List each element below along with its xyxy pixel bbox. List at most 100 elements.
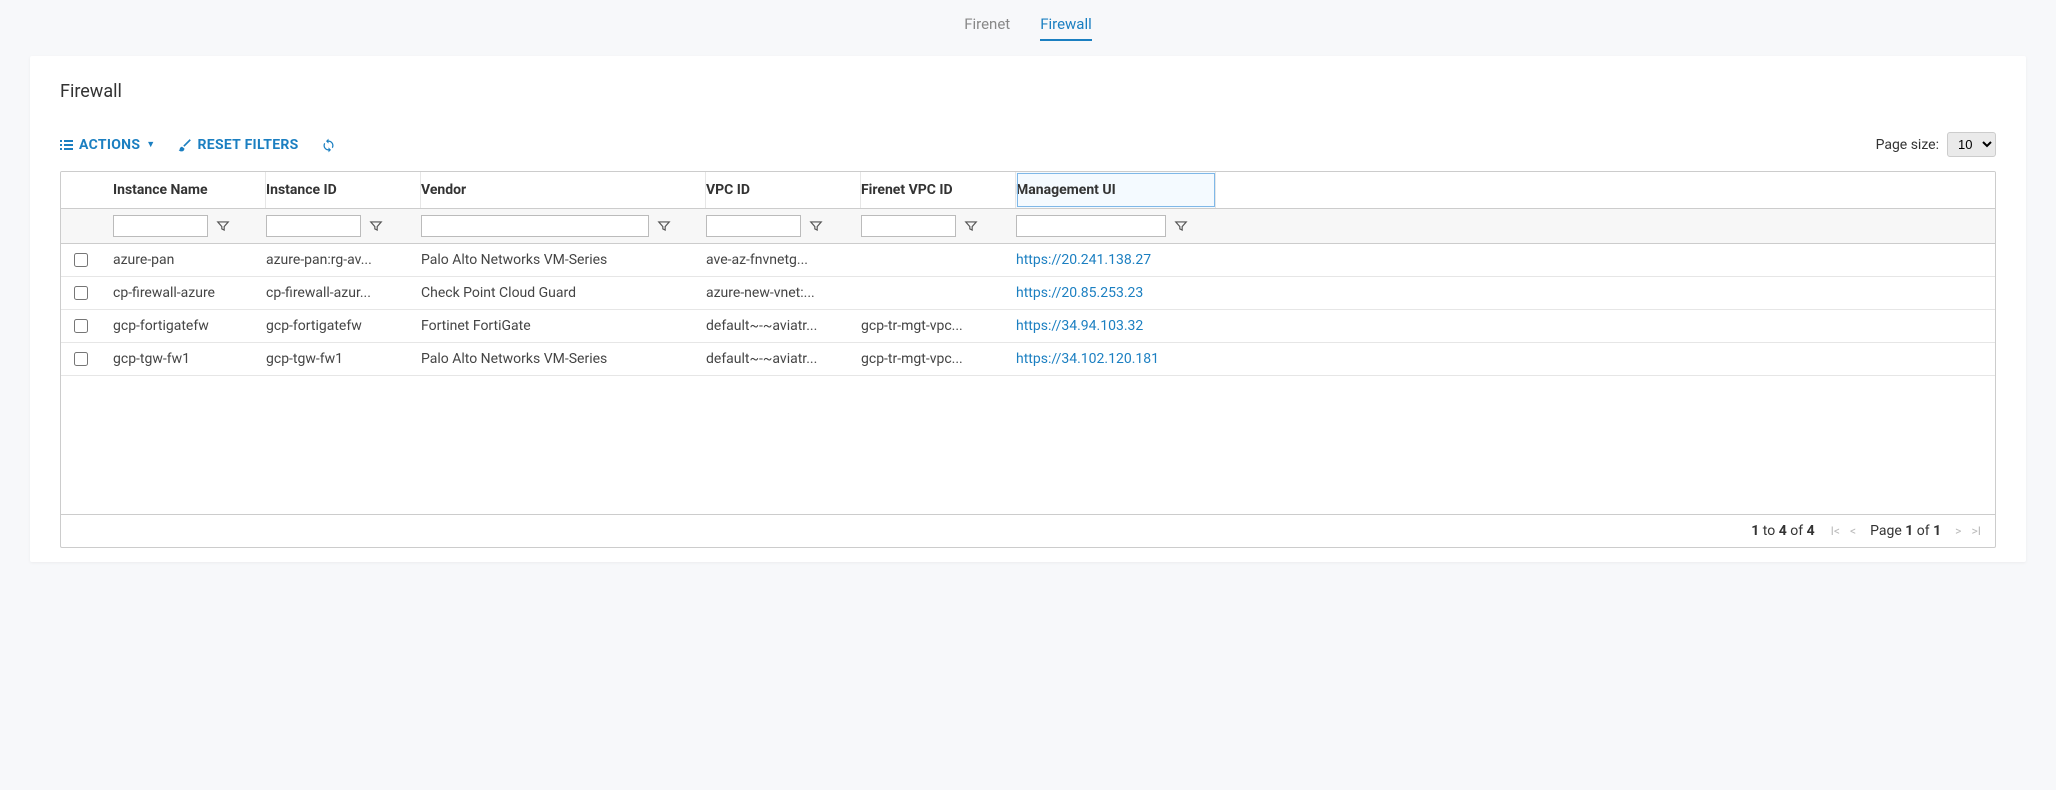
filter-icon[interactable] (216, 219, 230, 233)
cell-vpc-id: default~-~aviatr... (706, 343, 861, 375)
pager-prev-button[interactable]: < (1850, 524, 1856, 538)
table-row[interactable]: gcp-tgw-fw1gcp-tgw-fw1Palo Alto Networks… (61, 343, 1995, 376)
row-checkbox-cell (61, 311, 111, 341)
row-checkbox[interactable] (74, 352, 88, 366)
filter-vendor-input[interactable] (421, 215, 649, 237)
filter-vendor (421, 209, 706, 243)
row-checkbox-cell (61, 278, 111, 308)
row-checkbox-cell (61, 344, 111, 374)
filter-instance-name (111, 209, 266, 243)
reset-filters-button[interactable]: RESET FILTERS (178, 137, 299, 153)
filter-checkbox-cell (61, 209, 111, 243)
cell-spacer (1216, 351, 1995, 367)
filter-management-ui-input[interactable] (1016, 215, 1166, 237)
refresh-icon (321, 138, 336, 153)
grid-filter-row (61, 209, 1995, 244)
filter-firenet-vpc-id-input[interactable] (861, 215, 956, 237)
cell-spacer (1216, 318, 1995, 334)
refresh-button[interactable] (321, 136, 336, 154)
cell-management-ui: https://34.94.103.32 (1016, 310, 1216, 342)
page-size-label: Page size: (1876, 137, 1939, 153)
header-instance-id[interactable]: Instance ID (266, 172, 421, 208)
row-checkbox[interactable] (74, 286, 88, 300)
row-checkbox-cell (61, 245, 111, 275)
cell-instance-name: gcp-fortigatefw (111, 310, 266, 342)
cell-instance-id: gcp-tgw-fw1 (266, 343, 421, 375)
cell-management-ui: https://20.85.253.23 (1016, 277, 1216, 309)
filter-vpc-id (706, 209, 861, 243)
cell-firenet-vpc-id (861, 285, 1016, 301)
filter-icon[interactable] (657, 219, 671, 233)
page-size-select[interactable]: 10 (1947, 132, 1996, 157)
header-firenet-vpc-id[interactable]: Firenet VPC ID (861, 172, 1016, 208)
firewall-panel: Firewall ACTIONS ▼ RESET FILTERS (30, 56, 2026, 562)
header-vpc-id[interactable]: VPC ID (706, 172, 861, 208)
cell-vendor: Check Point Cloud Guard (421, 277, 706, 309)
cell-spacer (1216, 285, 1995, 301)
toolbar: ACTIONS ▼ RESET FILTERS Page size: 10 (60, 132, 1996, 157)
header-spacer (1216, 172, 1995, 208)
cell-management-ui: https://34.102.120.181 (1016, 343, 1216, 375)
table-row[interactable]: cp-firewall-azurecp-firewall-azur...Chec… (61, 277, 1995, 310)
header-vendor[interactable]: Vendor (421, 172, 706, 208)
caret-down-icon: ▼ (146, 139, 155, 150)
cell-vendor: Fortinet FortiGate (421, 310, 706, 342)
filter-icon[interactable] (1174, 219, 1188, 233)
pager-page-info: Page 1 of 1 (1870, 523, 1941, 539)
management-ui-link[interactable]: https://20.85.253.23 (1016, 285, 1143, 301)
cell-instance-id: cp-firewall-azur... (266, 277, 421, 309)
header-management-ui[interactable]: Management UI (1016, 172, 1216, 208)
pager-last-button[interactable]: >I (1971, 524, 1981, 538)
management-ui-link[interactable]: https://20.241.138.27 (1016, 252, 1151, 268)
cell-vendor: Palo Alto Networks VM-Series (421, 343, 706, 375)
actions-label: ACTIONS (79, 137, 140, 153)
filter-icon[interactable] (809, 219, 823, 233)
panel-title: Firewall (60, 81, 1996, 102)
management-ui-link[interactable]: https://34.102.120.181 (1016, 351, 1159, 367)
pager-range: 1 to 4 of 4 (1751, 523, 1814, 539)
cell-spacer (1216, 252, 1995, 268)
header-instance-name[interactable]: Instance Name (111, 172, 266, 208)
filter-management-ui (1016, 209, 1216, 243)
cell-instance-name: azure-pan (111, 244, 266, 276)
cell-vpc-id: azure-new-vnet:... (706, 277, 861, 309)
filter-vpc-id-input[interactable] (706, 215, 801, 237)
filter-icon[interactable] (964, 219, 978, 233)
filter-instance-id (266, 209, 421, 243)
filter-instance-id-input[interactable] (266, 215, 361, 237)
grid-body: azure-panazure-pan:rg-av...Palo Alto Net… (61, 244, 1995, 514)
page-size-control: Page size: 10 (1876, 132, 1996, 157)
pager-nav: I< < Page 1 of 1 > >I (1831, 523, 1981, 539)
pager-next-button[interactable]: > (1955, 524, 1961, 538)
cell-firenet-vpc-id: gcp-tr-mgt-vpc... (861, 343, 1016, 375)
cell-vpc-id: ave-az-fnvnetg... (706, 244, 861, 276)
row-checkbox[interactable] (74, 319, 88, 333)
cell-firenet-vpc-id (861, 252, 1016, 268)
filter-instance-name-input[interactable] (113, 215, 208, 237)
table-row[interactable]: gcp-fortigatefwgcp-fortigatefwFortinet F… (61, 310, 1995, 343)
header-checkbox-cell (61, 172, 111, 208)
grid-header: Instance Name Instance ID Vendor VPC ID … (61, 172, 1995, 209)
cell-instance-name: cp-firewall-azure (111, 277, 266, 309)
firewall-grid: Instance Name Instance ID Vendor VPC ID … (60, 171, 1996, 548)
pager-first-button[interactable]: I< (1831, 524, 1840, 538)
filter-icon[interactable] (369, 219, 383, 233)
tab-firewall[interactable]: Firewall (1040, 15, 1092, 41)
row-checkbox[interactable] (74, 253, 88, 267)
table-row[interactable]: azure-panazure-pan:rg-av...Palo Alto Net… (61, 244, 1995, 277)
cell-instance-name: gcp-tgw-fw1 (111, 343, 266, 375)
brush-icon (178, 138, 192, 152)
cell-vpc-id: default~-~aviatr... (706, 310, 861, 342)
management-ui-link[interactable]: https://34.94.103.32 (1016, 318, 1143, 334)
actions-dropdown[interactable]: ACTIONS ▼ (60, 137, 156, 153)
filter-firenet-vpc-id (861, 209, 1016, 243)
cell-management-ui: https://20.241.138.27 (1016, 244, 1216, 276)
cell-instance-id: gcp-fortigatefw (266, 310, 421, 342)
cell-vendor: Palo Alto Networks VM-Series (421, 244, 706, 276)
tab-bar: Firenet Firewall (0, 0, 2056, 56)
tab-firenet[interactable]: Firenet (964, 15, 1010, 41)
cell-firenet-vpc-id: gcp-tr-mgt-vpc... (861, 310, 1016, 342)
reset-filters-label: RESET FILTERS (198, 137, 299, 153)
list-icon (60, 140, 73, 150)
filter-spacer (1216, 209, 1995, 243)
